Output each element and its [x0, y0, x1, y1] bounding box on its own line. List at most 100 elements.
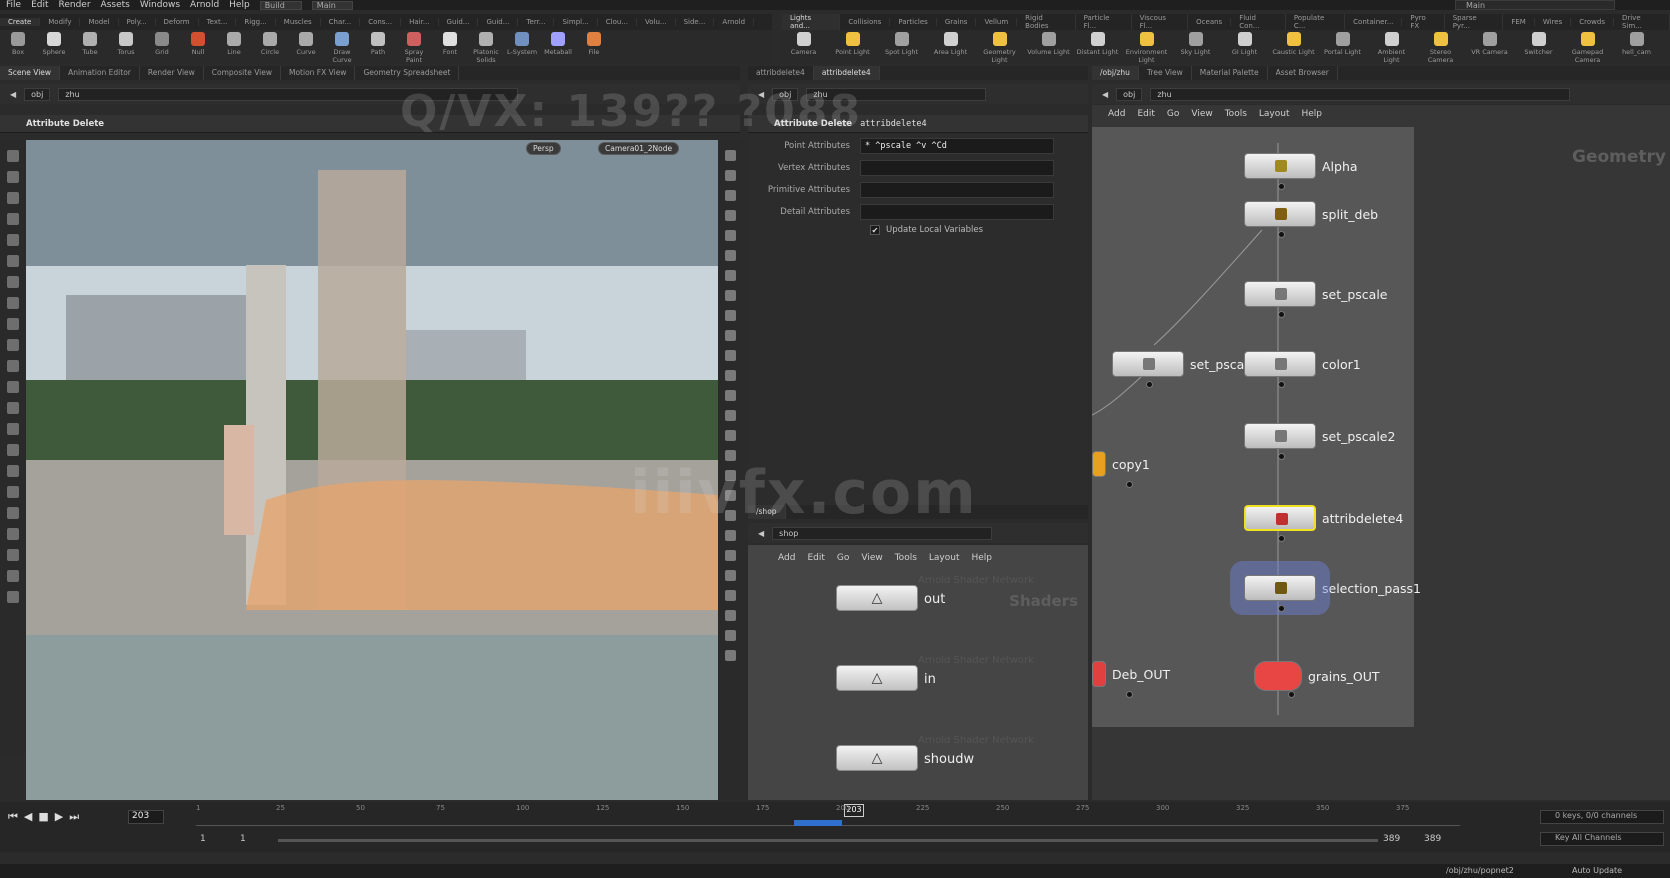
- tool-icon[interactable]: [7, 549, 19, 561]
- tool-icon[interactable]: [724, 370, 736, 381]
- menu-item-assets[interactable]: Assets: [101, 0, 130, 10]
- frame-field[interactable]: 203: [128, 810, 164, 824]
- shelf-tab[interactable]: Wires: [1535, 18, 1572, 26]
- shelf-tab[interactable]: Create: [0, 18, 41, 26]
- tool-stereo-camera[interactable]: Stereo Camera: [1419, 32, 1462, 64]
- tool-gamepad-camera[interactable]: Gamepad Camera: [1566, 32, 1609, 64]
- tool-icon[interactable]: [724, 530, 736, 541]
- node-body[interactable]: [1092, 451, 1106, 477]
- shelf-tab[interactable]: Side...: [676, 18, 715, 26]
- network-menu-item[interactable]: Go: [837, 553, 849, 563]
- tool-box[interactable]: Box: [0, 32, 36, 56]
- tool-icon[interactable]: [7, 381, 19, 393]
- node-attribdelete4[interactable]: attribdelete4: [1244, 505, 1403, 531]
- tool-icon[interactable]: [724, 250, 736, 261]
- output-connector[interactable]: [1126, 691, 1133, 698]
- tool-icon[interactable]: [724, 390, 736, 401]
- network-menu-item[interactable]: Add: [778, 553, 795, 563]
- node-body[interactable]: [1244, 575, 1316, 601]
- node-color1[interactable]: color1: [1244, 351, 1361, 377]
- tool-point-light[interactable]: Point Light: [831, 32, 874, 56]
- tool-volume-light[interactable]: Volume Light: [1027, 32, 1070, 56]
- output-connector[interactable]: [1288, 691, 1295, 698]
- tool-icon[interactable]: [724, 550, 736, 561]
- tool-icon[interactable]: [724, 490, 736, 501]
- output-connector[interactable]: [1278, 183, 1285, 190]
- tool-icon[interactable]: [724, 610, 736, 621]
- tool-draw-curve[interactable]: Draw Curve: [324, 32, 360, 64]
- tool-torus[interactable]: Torus: [108, 32, 144, 56]
- node-body[interactable]: [1244, 281, 1316, 307]
- pane-tab[interactable]: Render View: [140, 66, 204, 80]
- node-deb-out[interactable]: Deb_OUT: [1092, 661, 1170, 687]
- tool-font[interactable]: Font: [432, 32, 468, 56]
- pane-tab[interactable]: /obj/zhu: [1092, 66, 1139, 80]
- tool-distant-light[interactable]: Distant Light: [1076, 32, 1119, 56]
- range-end2[interactable]: 389: [1424, 834, 1441, 844]
- range-slider[interactable]: [278, 839, 1378, 842]
- network-menu-item[interactable]: Tools: [895, 553, 917, 563]
- back-icon[interactable]: ◀: [758, 529, 764, 538]
- tool-icon[interactable]: [7, 591, 19, 603]
- shelf-tab[interactable]: Fluid Con...: [1231, 14, 1286, 30]
- tool-curve[interactable]: Curve: [288, 32, 324, 56]
- tool-icon[interactable]: [724, 650, 736, 661]
- network-menu-item[interactable]: Edit: [807, 553, 824, 563]
- shelf-tab[interactable]: Lights and...: [782, 14, 841, 30]
- network-menu-item[interactable]: View: [861, 553, 882, 563]
- shader-node[interactable]: △ out: [836, 585, 945, 611]
- tool-metaball[interactable]: Metaball: [540, 32, 576, 56]
- path-node[interactable]: zhu: [806, 87, 987, 101]
- shader-body[interactable]: △: [836, 745, 918, 771]
- node-body[interactable]: [1254, 661, 1302, 691]
- shelf-tab[interactable]: Vellum: [976, 18, 1018, 26]
- shelf-tab[interactable]: Terr...: [518, 18, 555, 26]
- path-obj[interactable]: obj: [772, 87, 799, 101]
- tool-icon[interactable]: [724, 590, 736, 601]
- tool-area-light[interactable]: Area Light: [929, 32, 972, 56]
- tool-gi-light[interactable]: GI Light: [1223, 32, 1266, 56]
- node-body[interactable]: [1244, 505, 1316, 531]
- tool-icon[interactable]: [7, 255, 19, 267]
- shelf-tab[interactable]: Viscous Fl...: [1132, 14, 1189, 30]
- pane-tab[interactable]: Tree View: [1139, 66, 1192, 80]
- shelf-tab[interactable]: Char...: [321, 18, 361, 26]
- node-body[interactable]: [1092, 661, 1106, 687]
- pane-tab[interactable]: Material Palette: [1192, 66, 1268, 80]
- pane-tab[interactable]: Geometry Spreadsheet: [355, 66, 460, 80]
- shelf-tab[interactable]: Clou...: [598, 18, 637, 26]
- desktop-select[interactable]: Build: [259, 0, 302, 10]
- tool-icon[interactable]: [7, 423, 19, 435]
- output-connector[interactable]: [1278, 311, 1285, 318]
- checkbox-icon[interactable]: ✔: [870, 225, 880, 235]
- node-set-pscale2[interactable]: set_pscale2: [1244, 423, 1395, 449]
- tool-sky-light[interactable]: Sky Light: [1174, 32, 1217, 56]
- tool-icon[interactable]: [724, 630, 736, 641]
- output-connector[interactable]: [1278, 381, 1285, 388]
- node-body[interactable]: [1112, 351, 1184, 377]
- param-field[interactable]: * ^pscale ^v ^Cd: [860, 138, 1054, 154]
- node-body[interactable]: [1244, 153, 1316, 179]
- menu-item-file[interactable]: File: [6, 0, 21, 10]
- tool-icon[interactable]: [7, 318, 19, 330]
- range-start[interactable]: 1: [200, 834, 206, 844]
- shelf-tab[interactable]: Crowds: [1571, 18, 1614, 26]
- tool-icon[interactable]: [7, 570, 19, 582]
- pane-tab[interactable]: Scene View: [0, 66, 61, 80]
- param-field[interactable]: [860, 182, 1054, 198]
- node-body[interactable]: [1244, 351, 1316, 377]
- tool-vr-camera[interactable]: VR Camera: [1468, 32, 1511, 56]
- shelf-tab[interactable]: Simpl...: [554, 18, 598, 26]
- tool-icon[interactable]: [724, 270, 736, 281]
- tool-icon[interactable]: [724, 190, 736, 201]
- tool-hell_cam[interactable]: hell_cam: [1615, 32, 1658, 56]
- shader-node[interactable]: △ in: [836, 665, 936, 691]
- tool-icon[interactable]: [724, 230, 736, 241]
- tool-icon[interactable]: [7, 528, 19, 540]
- tool-icon[interactable]: [724, 170, 736, 181]
- output-connector[interactable]: [1278, 535, 1285, 542]
- back-icon[interactable]: ◀: [10, 90, 16, 99]
- shelf-tab[interactable]: Text...: [199, 18, 237, 26]
- persp-button[interactable]: Persp: [526, 142, 561, 155]
- network-menu-item[interactable]: Layout: [929, 553, 960, 563]
